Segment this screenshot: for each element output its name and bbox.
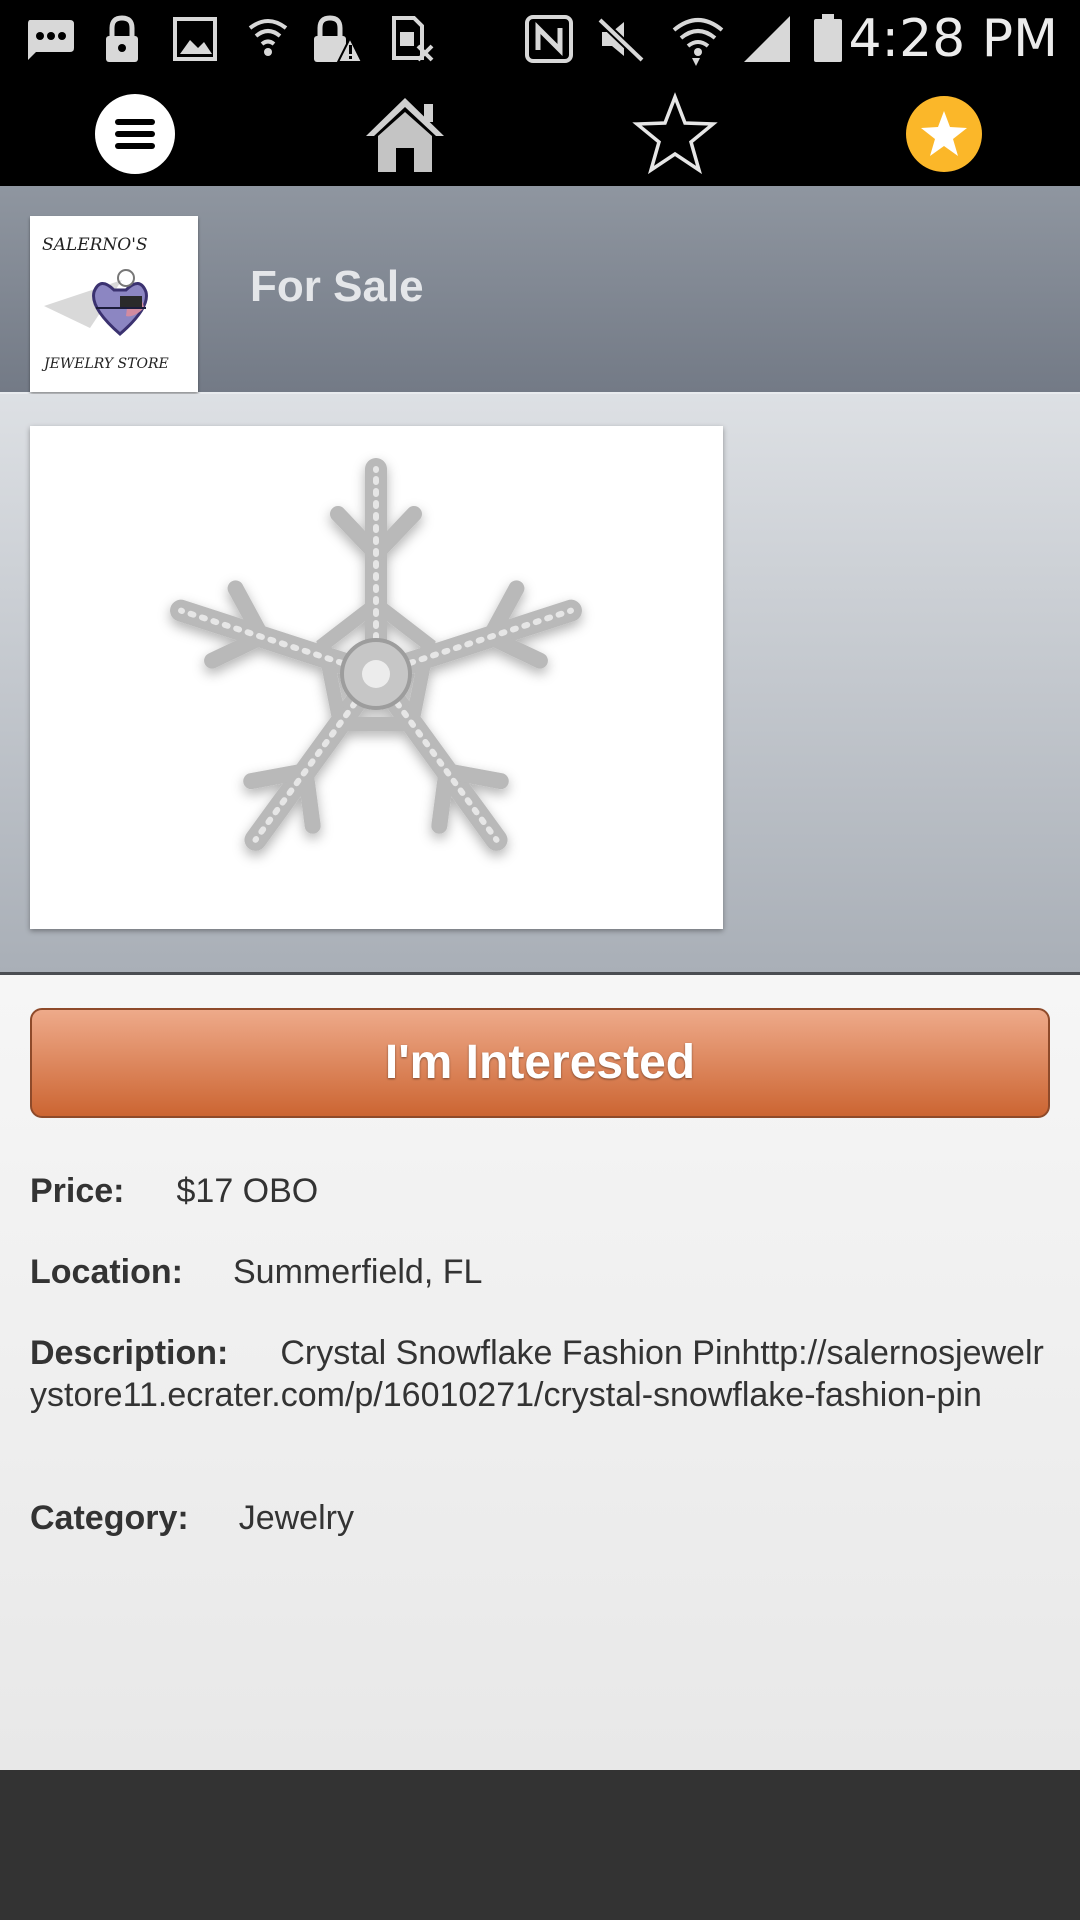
price-row: Price: $17 OBO bbox=[30, 1170, 1050, 1212]
category-value: Jewelry bbox=[238, 1499, 354, 1537]
store-logo[interactable]: SALERNO'S JEWELRY STORE bbox=[30, 216, 198, 392]
listing-details: I'm Interested Price: $17 OBO Location: Su… bbox=[0, 975, 1080, 1770]
lock-warning-icon bbox=[314, 15, 364, 63]
price-value: $17 OBO bbox=[176, 1172, 319, 1210]
status-bar: 4:28 PM bbox=[0, 0, 1080, 78]
home-icon bbox=[366, 98, 444, 172]
menu-icon bbox=[95, 94, 175, 174]
cell-signal-icon bbox=[744, 16, 790, 62]
price-label: Price: bbox=[30, 1172, 125, 1210]
location-label: Location: bbox=[30, 1253, 183, 1291]
page-title: For Sale bbox=[250, 262, 424, 311]
listing-photo[interactable] bbox=[30, 426, 723, 929]
home-button[interactable] bbox=[362, 92, 448, 176]
category-label: Category: bbox=[30, 1499, 189, 1537]
location-value: Summerfield, FL bbox=[232, 1253, 483, 1291]
favorite-star-icon bbox=[906, 96, 982, 172]
wifi-icon bbox=[248, 19, 288, 56]
star-outline-icon bbox=[632, 92, 718, 175]
page-header: SALERNO'S JEWELRY STORE For Sale bbox=[0, 186, 1080, 394]
message-icon bbox=[28, 20, 74, 60]
store-logo-image: SALERNO'S JEWELRY STORE bbox=[30, 216, 198, 392]
location-row: Location: Summerfield, FL bbox=[30, 1251, 1050, 1293]
category-row: Category: Jewelry bbox=[30, 1497, 1050, 1539]
top-nav-bar bbox=[0, 78, 1080, 186]
snowflake-pin-image bbox=[170, 458, 582, 851]
battery-icon bbox=[814, 14, 842, 62]
favorites-button[interactable] bbox=[904, 94, 984, 174]
status-clock: 4:28 PM bbox=[848, 9, 1058, 69]
sim-off-icon bbox=[392, 16, 434, 62]
favorite-outline-button[interactable] bbox=[632, 92, 718, 176]
lock-icon bbox=[106, 15, 138, 62]
image-icon bbox=[173, 17, 217, 61]
menu-button[interactable] bbox=[93, 92, 177, 176]
description-row: Description: Crystal Snowflake Fashion Pi… bbox=[30, 1332, 1050, 1416]
wifi-signal-icon bbox=[672, 18, 724, 66]
nfc-icon bbox=[525, 15, 573, 63]
logo-text-top: SALERNO'S bbox=[42, 235, 148, 255]
logo-text-bottom: JEWELRY STORE bbox=[41, 356, 169, 372]
interested-button[interactable]: I'm Interested bbox=[30, 1008, 1050, 1118]
footer-bar bbox=[0, 1770, 1080, 1920]
image-gallery bbox=[0, 394, 1080, 975]
mute-icon bbox=[597, 17, 645, 63]
description-label: Description: bbox=[30, 1334, 229, 1372]
